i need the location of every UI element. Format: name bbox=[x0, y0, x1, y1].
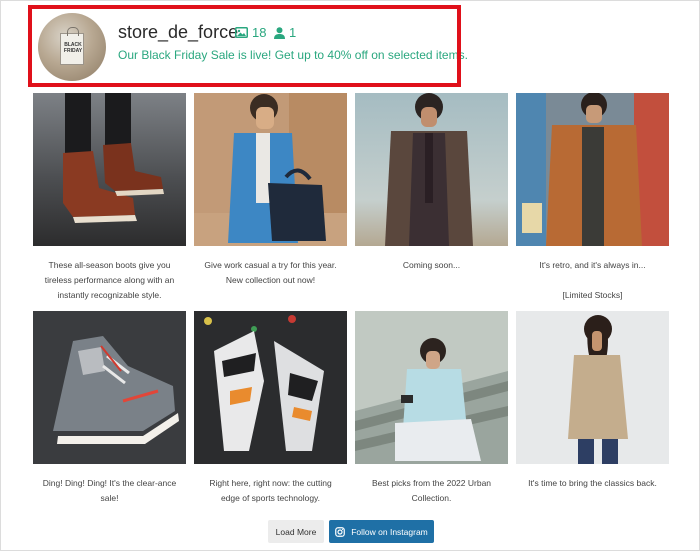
post-image-sports-shoes[interactable] bbox=[194, 311, 347, 464]
post-caption: Best picks from the 2022 Urban Collectio… bbox=[371, 478, 492, 503]
post-caption: Right here, right now: the cutting edge … bbox=[209, 478, 332, 503]
post-image-classics[interactable] bbox=[516, 311, 669, 464]
post-image-urban-collection[interactable] bbox=[355, 311, 508, 464]
post-image-boots[interactable] bbox=[33, 93, 186, 246]
post-caption: These all-season boots give you tireless… bbox=[44, 260, 175, 300]
highlight-annotation-box bbox=[28, 5, 461, 87]
post-caption: Ding! Ding! Ding! It's the clear-ance sa… bbox=[42, 478, 177, 503]
follow-on-instagram-button[interactable]: Follow on Instagram bbox=[329, 520, 434, 543]
follow-button-label: Follow on Instagram bbox=[351, 526, 428, 537]
post-caption: It's retro, and it's always in... [Limit… bbox=[539, 260, 646, 300]
post-image-sneakers[interactable] bbox=[33, 311, 186, 464]
instagram-icon bbox=[335, 526, 346, 537]
post-image-retro-jacket[interactable] bbox=[516, 93, 669, 246]
post-caption: It's time to bring the classics back. bbox=[528, 478, 657, 488]
post-caption: Coming soon... bbox=[402, 260, 461, 270]
post-image-coming-soon[interactable] bbox=[355, 93, 508, 246]
instagram-feed-widget: BLACK FRIDAY store_de_force 18 1 Our Bla… bbox=[0, 0, 700, 551]
load-more-button[interactable]: Load More bbox=[268, 520, 324, 543]
post-image-work-casual[interactable] bbox=[194, 93, 347, 246]
post-caption: Give work casual a try for this year. Ne… bbox=[204, 260, 337, 285]
